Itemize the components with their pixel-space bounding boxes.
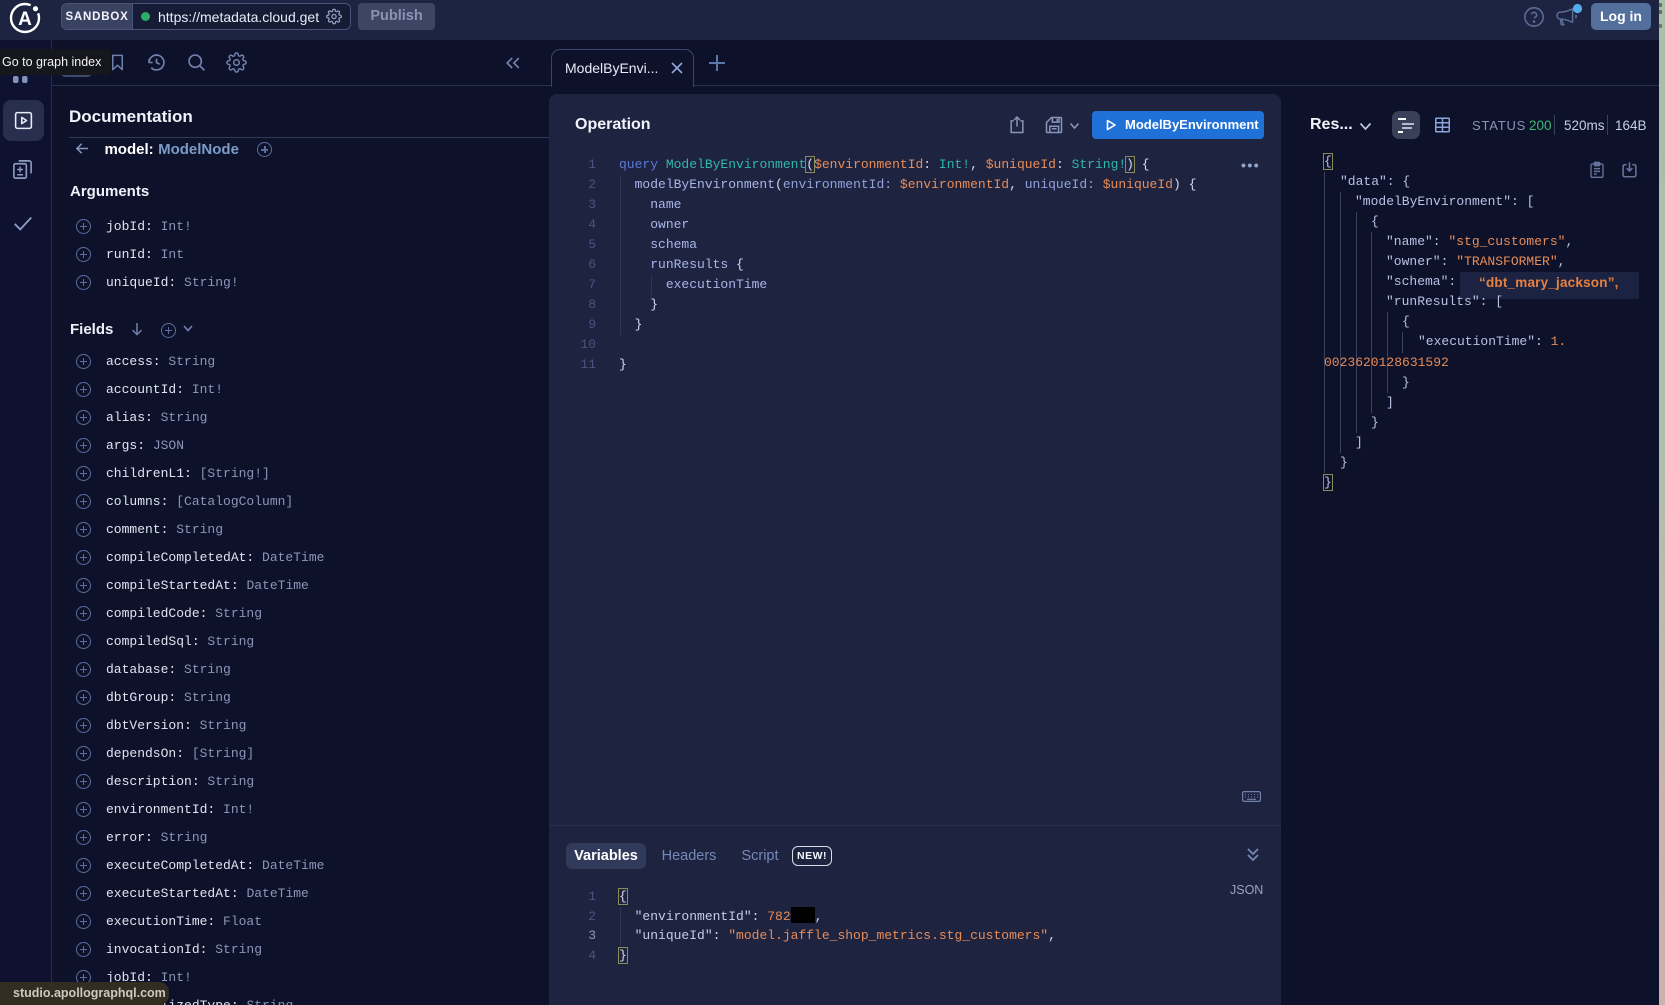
- svg-text:A: A: [18, 9, 32, 30]
